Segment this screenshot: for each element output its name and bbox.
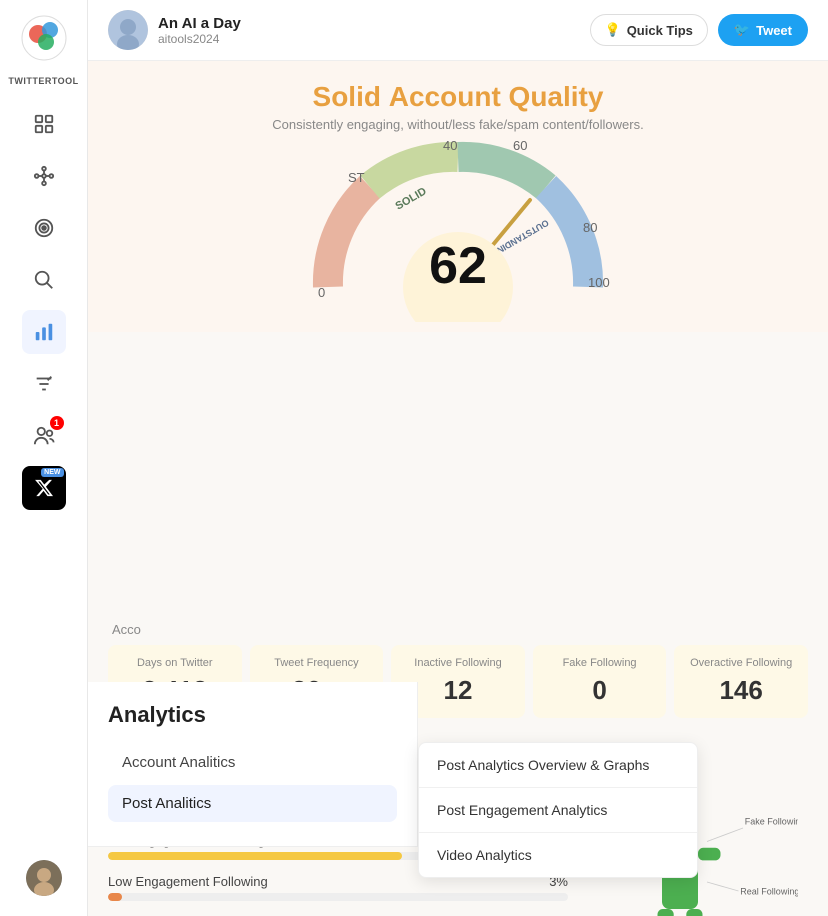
tweet-button[interactable]: 🐦 Tweet <box>718 14 808 46</box>
header-user: An AI a Day aitools2024 <box>108 10 241 50</box>
svg-text:ST: ST <box>348 170 365 185</box>
submenu-item-overview[interactable]: Post Analytics Overview & Graphs <box>419 743 697 788</box>
logo[interactable] <box>18 12 70 64</box>
sidebar-item-search[interactable] <box>22 258 66 302</box>
analytics-title: Analytics <box>108 702 397 728</box>
bulb-icon: 💡 <box>605 22 621 38</box>
real-label: Real Following: 100.00% <box>740 887 798 897</box>
x-badge-new: NEW <box>41 468 63 477</box>
stats-section-label: Acco <box>108 622 808 637</box>
svg-text:40: 40 <box>443 138 457 153</box>
gauge-score: 62 <box>429 240 487 292</box>
tweet-label: Tweet <box>756 23 792 38</box>
analytics-panel: Analytics Account Analitics Post Analiti… <box>88 682 418 847</box>
content-area: Solid Account Quality Consistently engag… <box>88 61 828 916</box>
panels-container: Analytics Account Analitics Post Analiti… <box>88 622 828 916</box>
sidebar-item-target[interactable] <box>22 206 66 250</box>
user-avatar-sidebar[interactable] <box>26 860 62 896</box>
gauge-container: SOLID OUTSTANDING 0 ST 40 60 80 100 <box>298 132 618 322</box>
submenu-item-engagement[interactable]: Post Engagement Analytics <box>419 788 697 833</box>
stat-frequency-label: Tweet Frequency <box>260 657 374 669</box>
quality-subtitle: Consistently engaging, without/less fake… <box>108 117 808 132</box>
sidebar-item-analytics[interactable] <box>22 310 66 354</box>
header-avatar <box>108 10 148 50</box>
quality-solid: Solid <box>313 81 381 112</box>
sidebar-item-x[interactable]: NEW <box>22 466 66 510</box>
twitter-icon: 🐦 <box>734 22 750 38</box>
bar-low: Low Engagement Following 3% <box>108 874 568 901</box>
quality-section: Solid Account Quality Consistently engag… <box>88 61 828 332</box>
stat-days-label: Days on Twitter <box>118 657 232 669</box>
sidebar-item-users[interactable]: 1 <box>22 414 66 458</box>
sidebar: TWITTERTOOL <box>0 0 88 916</box>
stat-fake-label: Fake Following <box>543 657 657 669</box>
header-actions: 💡 Quick Tips 🐦 Tweet <box>590 14 809 46</box>
users-badge: 1 <box>50 416 64 430</box>
sidebar-item-filter[interactable] <box>22 362 66 406</box>
quality-title: Solid Account Quality <box>108 81 808 113</box>
stat-overactive: Overactive Following 146 <box>674 645 808 718</box>
stat-fake-value: 0 <box>543 675 657 706</box>
header-username: An AI a Day <box>158 15 241 32</box>
header: An AI a Day aitools2024 💡 Quick Tips 🐦 T… <box>88 0 828 61</box>
bar-mid-fill <box>108 852 402 860</box>
quality-rest: Account Quality <box>389 81 604 112</box>
stat-overactive-value: 146 <box>684 675 798 706</box>
quick-tips-label: Quick Tips <box>627 23 693 38</box>
header-handle: aitools2024 <box>158 32 241 46</box>
sidebar-brand-label: TWITTERTOOL <box>8 76 78 86</box>
stat-fake: Fake Following 0 <box>533 645 667 718</box>
submenu-item-video[interactable]: Video Analytics <box>419 833 697 877</box>
fake-label: Fake Following: 0.00% <box>745 816 798 826</box>
svg-text:100: 100 <box>588 275 610 290</box>
bar-low-label: Low Engagement Following <box>108 874 268 889</box>
header-user-info: An AI a Day aitools2024 <box>158 15 241 46</box>
main-content: An AI a Day aitools2024 💡 Quick Tips 🐦 T… <box>88 0 828 916</box>
submenu: Post Analytics Overview & Graphs Post En… <box>418 742 698 878</box>
bar-low-track <box>108 893 568 901</box>
svg-text:0: 0 <box>318 285 325 300</box>
bar-low-fill <box>108 893 122 901</box>
sidebar-item-network[interactable] <box>22 154 66 198</box>
analytics-post[interactable]: Post Analitics <box>108 785 397 822</box>
analytics-account[interactable]: Account Analitics <box>108 744 397 781</box>
svg-text:60: 60 <box>513 138 527 153</box>
svg-text:80: 80 <box>583 220 597 235</box>
sidebar-item-dashboard[interactable] <box>22 102 66 146</box>
quick-tips-button[interactable]: 💡 Quick Tips <box>590 14 708 46</box>
stat-inactive-value: 12 <box>401 675 515 706</box>
svg-text:SOLID: SOLID <box>394 185 429 212</box>
stat-overactive-label: Overactive Following <box>684 657 798 669</box>
stat-inactive-label: Inactive Following <box>401 657 515 669</box>
